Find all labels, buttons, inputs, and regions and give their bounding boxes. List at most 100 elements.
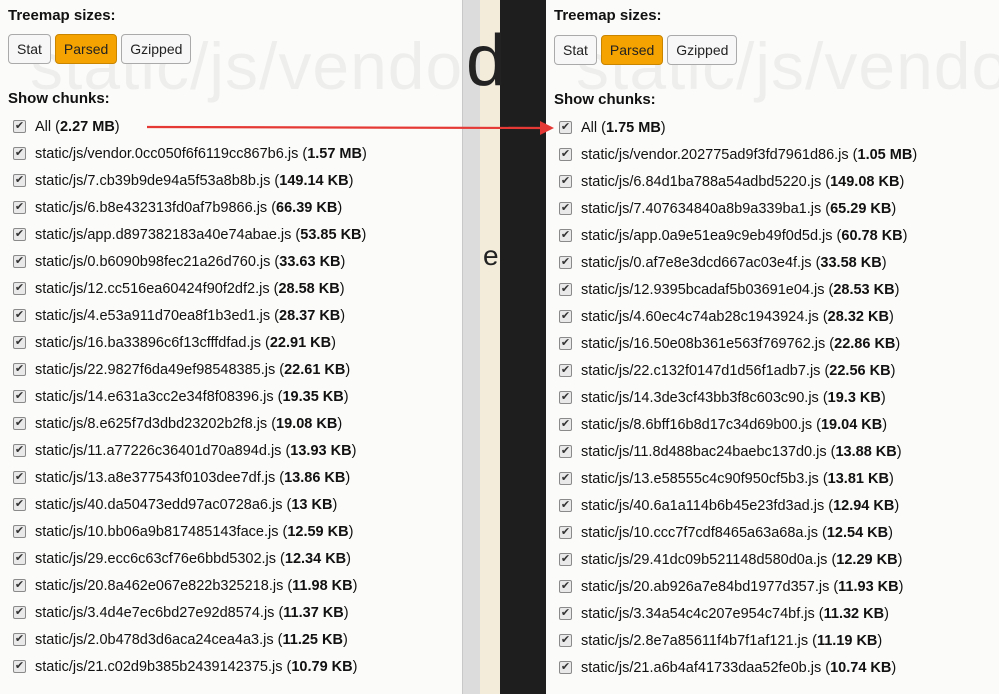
gzipped-button[interactable]: Gzipped	[121, 34, 192, 64]
parsed-button[interactable]: Parsed	[600, 35, 664, 65]
scrollbar-track[interactable]	[462, 0, 480, 694]
chunk-item[interactable]: ✔ static/js/7.407634840a8b9a339ba1.js (65…	[554, 195, 917, 222]
chunk-item[interactable]: ✔ static/js/11.8d488bac24baebc137d0.js (1…	[554, 438, 917, 465]
chunk-item[interactable]: ✔ static/js/16.50e08b361e563f769762.js (2…	[554, 330, 917, 357]
checkbox-checked-icon[interactable]: ✔	[13, 525, 26, 538]
checkbox-checked-icon[interactable]: ✔	[559, 202, 572, 215]
chunk-name: static/js/40.6a1a114b6b45e23fd3ad.js	[581, 497, 825, 514]
checkbox-checked-icon[interactable]: ✔	[13, 363, 26, 376]
treemap-sizes-label: Treemap sizes:	[554, 7, 662, 24]
chunk-item[interactable]: ✔ static/js/2.8e7a85611f4b7f1af121.js (11…	[554, 627, 917, 654]
chunk-item[interactable]: ✔ static/js/app.0a9e51ea9c9eb49f0d5d.js (…	[554, 222, 917, 249]
checkbox-checked-icon[interactable]: ✔	[13, 633, 26, 646]
chunk-item[interactable]: ✔ static/js/13.e58555c4c90f950cf5b3.js (1…	[554, 465, 917, 492]
chunk-item[interactable]: ✔ static/js/29.41dc09b521148d580d0a.js (1…	[554, 546, 917, 573]
chunk-close-paren: )	[902, 227, 908, 244]
chunk-item[interactable]: ✔ static/js/0.af7e8e3dcd667ac03e4f.js (33…	[554, 249, 917, 276]
checkbox-checked-icon[interactable]: ✔	[13, 552, 26, 565]
chunk-item[interactable]: ✔ static/js/12.9395bcadaf5b03691e04.js (2…	[554, 276, 917, 303]
chunk-name: static/js/40.da50473edd97ac0728a6.js	[35, 496, 283, 513]
checkbox-checked-icon[interactable]: ✔	[13, 660, 26, 673]
chunk-item[interactable]: ✔ static/js/2.0b478d3d6aca24cea4a3.js (11…	[8, 626, 367, 653]
chunk-item[interactable]: ✔ static/js/vendor.0cc050f6f6119cc867b6.j…	[8, 140, 367, 167]
chunk-item[interactable]: ✔ static/js/16.ba33896c6f13cfffdfad.js (2…	[8, 329, 367, 356]
checkbox-checked-icon[interactable]: ✔	[559, 526, 572, 539]
checkbox-checked-icon[interactable]: ✔	[13, 120, 26, 133]
chunk-item[interactable]: ✔ static/js/12.cc516ea60424f90f2df2.js (2…	[8, 275, 367, 302]
parsed-button[interactable]: Parsed	[54, 34, 118, 64]
chunk-item[interactable]: ✔ static/js/14.e631a3cc2e34f8f08396.js (1…	[8, 383, 367, 410]
chunk-item[interactable]: ✔ static/js/40.6a1a114b6b45e23fd3ad.js (1…	[554, 492, 917, 519]
chunk-item-all[interactable]: ✔ All (1.75 MB)	[554, 114, 917, 141]
checkbox-checked-icon[interactable]: ✔	[13, 417, 26, 430]
checkbox-checked-icon[interactable]: ✔	[559, 283, 572, 296]
checkbox-checked-icon[interactable]: ✔	[559, 634, 572, 647]
checkbox-checked-icon[interactable]: ✔	[13, 282, 26, 295]
chunk-close-paren: )	[895, 335, 901, 352]
checkbox-checked-icon[interactable]: ✔	[13, 228, 26, 241]
checkbox-checked-icon[interactable]: ✔	[559, 580, 572, 593]
chunk-item[interactable]: ✔ static/js/4.e53a911d70ea8f1b3ed1.js (28…	[8, 302, 367, 329]
checkbox-checked-icon[interactable]: ✔	[13, 255, 26, 268]
checkbox-checked-icon[interactable]: ✔	[13, 336, 26, 349]
checkbox-checked-icon[interactable]: ✔	[559, 256, 572, 269]
checkbox-checked-icon[interactable]: ✔	[559, 607, 572, 620]
chunk-size: 28.32 KB	[827, 308, 889, 325]
checkbox-checked-icon[interactable]: ✔	[13, 579, 26, 592]
chunk-item[interactable]: ✔ static/js/20.ab926a7e84bd1977d357.js (1…	[554, 573, 917, 600]
chunk-item[interactable]: ✔ static/js/29.ecc6c63cf76e6bbd5302.js (1…	[8, 545, 367, 572]
checkbox-checked-icon[interactable]: ✔	[559, 337, 572, 350]
chunk-size: 53.85 KB	[300, 226, 362, 243]
chunk-item[interactable]: ✔ static/js/6.84d1ba788a54adbd5220.js (14…	[554, 168, 917, 195]
chunk-item[interactable]: ✔ static/js/21.c02d9b385b2439142375.js (1…	[8, 653, 367, 680]
chunk-item[interactable]: ✔ static/js/10.ccc7f7cdf8465a63a68a.js (1…	[554, 519, 917, 546]
checkbox-checked-icon[interactable]: ✔	[559, 121, 572, 134]
checkbox-checked-icon[interactable]: ✔	[559, 499, 572, 512]
stat-button[interactable]: Stat	[554, 35, 597, 65]
chunk-open-paren: (	[811, 254, 821, 271]
chunk-item[interactable]: ✔ static/js/14.3de3cf43bb3f8c603c90.js (1…	[554, 384, 917, 411]
checkbox-checked-icon[interactable]: ✔	[559, 310, 572, 323]
checkbox-checked-icon[interactable]: ✔	[13, 444, 26, 457]
chunk-item[interactable]: ✔ static/js/10.bb06a9b817485143face.js (1…	[8, 518, 367, 545]
checkbox-checked-icon[interactable]: ✔	[559, 418, 572, 431]
chunk-item[interactable]: ✔ static/js/13.a8e377543f0103dee7df.js (1…	[8, 464, 367, 491]
checkbox-checked-icon[interactable]: ✔	[13, 174, 26, 187]
checkbox-checked-icon[interactable]: ✔	[559, 445, 572, 458]
chunk-item[interactable]: ✔ static/js/app.d897382183a40e74abae.js (…	[8, 221, 367, 248]
chunk-item[interactable]: ✔ static/js/21.a6b4af41733daa52fe0b.js (1…	[554, 654, 917, 681]
chunk-item[interactable]: ✔ static/js/22.9827f6da49ef98548385.js (2…	[8, 356, 367, 383]
gzipped-button[interactable]: Gzipped	[667, 35, 738, 65]
chunk-item[interactable]: ✔ static/js/6.b8e432313fd0af7b9866.js (66…	[8, 194, 367, 221]
chunk-item[interactable]: ✔ static/js/4.60ec4c74ab28c1943924.js (28…	[554, 303, 917, 330]
checkbox-checked-icon[interactable]: ✔	[559, 364, 572, 377]
checkbox-checked-icon[interactable]: ✔	[559, 661, 572, 674]
chunk-item[interactable]: ✔ static/js/7.cb39b9de94a5f53a8b8b.js (14…	[8, 167, 367, 194]
chunk-item[interactable]: ✔ static/js/40.da50473edd97ac0728a6.js (1…	[8, 491, 367, 518]
chunk-item[interactable]: ✔ static/js/3.4d4e7ec6bd27e92d8574.js (11…	[8, 599, 367, 626]
checkbox-checked-icon[interactable]: ✔	[559, 472, 572, 485]
checkbox-checked-icon[interactable]: ✔	[13, 498, 26, 511]
chunk-item[interactable]: ✔ static/js/8.e625f7d3dbd23202b2f8.js (19…	[8, 410, 367, 437]
chunk-open-paren: (	[267, 415, 277, 432]
chunk-item[interactable]: ✔ static/js/22.c132f0147d1d56f1adb7.js (2…	[554, 357, 917, 384]
checkbox-checked-icon[interactable]: ✔	[559, 148, 572, 161]
checkbox-checked-icon[interactable]: ✔	[559, 391, 572, 404]
checkbox-checked-icon[interactable]: ✔	[559, 553, 572, 566]
stat-button[interactable]: Stat	[8, 34, 51, 64]
checkbox-checked-icon[interactable]: ✔	[13, 147, 26, 160]
checkbox-checked-icon[interactable]: ✔	[13, 201, 26, 214]
checkbox-checked-icon[interactable]: ✔	[559, 175, 572, 188]
chunk-item[interactable]: ✔ static/js/3.34a54c4c207e954c74bf.js (11…	[554, 600, 917, 627]
chunk-item[interactable]: ✔ static/js/11.a77226c36401d70a894d.js (1…	[8, 437, 367, 464]
chunk-item-all[interactable]: ✔ All (2.27 MB)	[8, 113, 367, 140]
checkbox-checked-icon[interactable]: ✔	[559, 229, 572, 242]
checkbox-checked-icon[interactable]: ✔	[13, 390, 26, 403]
chunk-item[interactable]: ✔ static/js/8.6bff16b8d17c34d69b00.js (19…	[554, 411, 917, 438]
chunk-item[interactable]: ✔ static/js/20.8a462e067e822b325218.js (1…	[8, 572, 367, 599]
checkbox-checked-icon[interactable]: ✔	[13, 606, 26, 619]
checkbox-checked-icon[interactable]: ✔	[13, 309, 26, 322]
chunk-item[interactable]: ✔ static/js/0.b6090b98fec21a26d760.js (33…	[8, 248, 367, 275]
chunk-item[interactable]: ✔ static/js/vendor.202775ad9f3fd7961d86.j…	[554, 141, 917, 168]
checkbox-checked-icon[interactable]: ✔	[13, 471, 26, 484]
